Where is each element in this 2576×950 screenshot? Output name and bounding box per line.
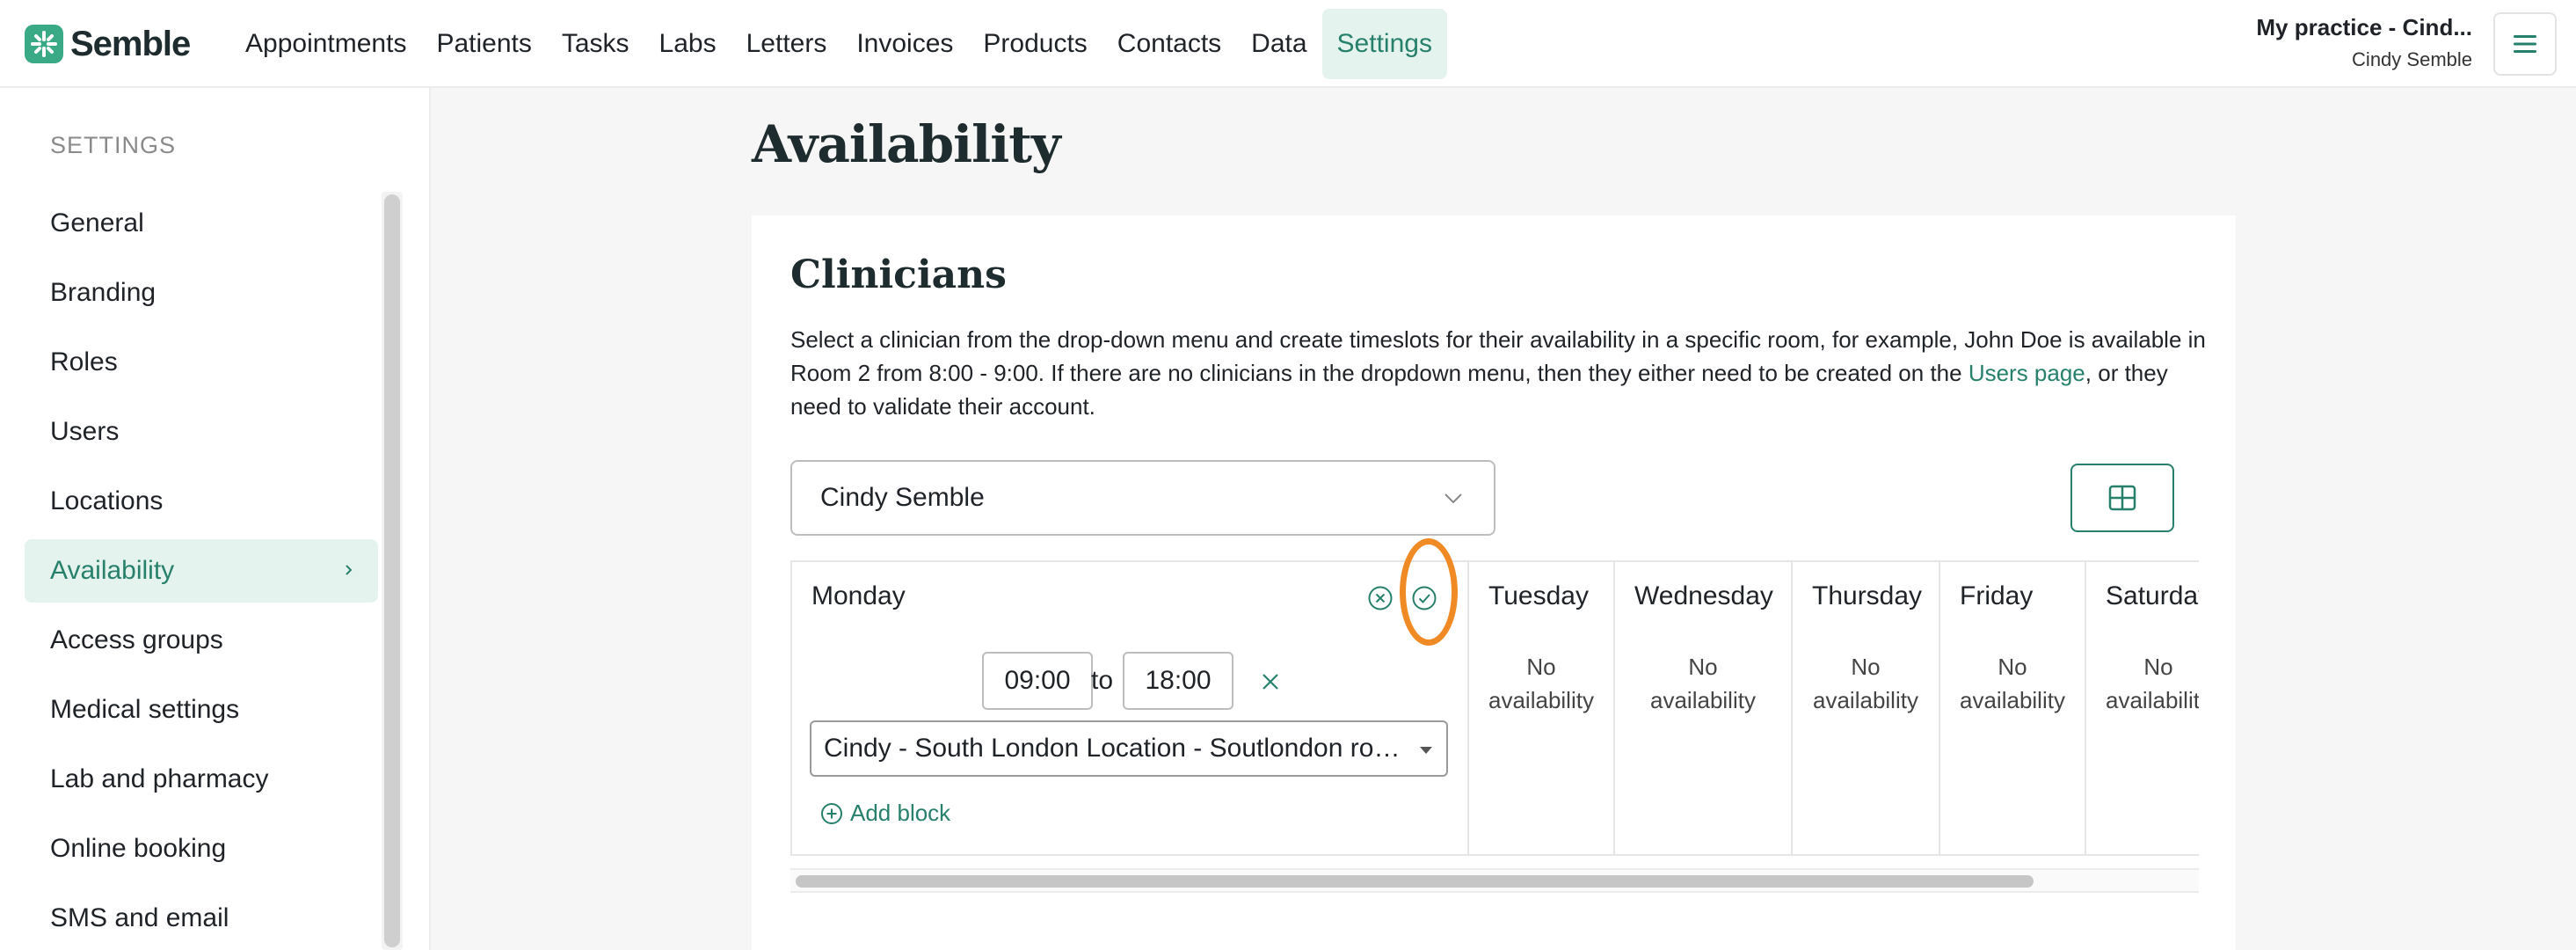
nav-appointments[interactable]: Appointments (230, 9, 421, 79)
no-availability-text: Noavailability (2106, 654, 2199, 713)
day-column-monday: Monday 09:00 to 18:00 Cindy - South Lond… (792, 562, 1469, 854)
nav-products[interactable]: Products (968, 9, 1102, 79)
nav-data[interactable]: Data (1236, 9, 1321, 79)
highlight-annotation (1400, 538, 1458, 646)
settings-sidebar: SETTINGS General Branding Roles Users Lo… (0, 88, 431, 950)
location-room-select[interactable]: Cindy - South London Location - Soutlond… (810, 720, 1448, 777)
schedule-scrollbar-thumb[interactable] (796, 875, 2034, 888)
dropdown-triangle-icon (1420, 747, 1432, 754)
plus-circle-icon (821, 802, 842, 824)
nav-settings[interactable]: Settings (1321, 9, 1447, 79)
sidebar-item-lab-and-pharmacy[interactable]: Lab and pharmacy (25, 748, 378, 811)
sidebar-item-branding[interactable]: Branding (25, 261, 378, 325)
add-block-label: Add block (850, 800, 951, 826)
start-time-input[interactable]: 09:00 (982, 652, 1093, 710)
close-icon (1263, 674, 1278, 690)
to-label: to (1091, 666, 1114, 695)
nav-tasks[interactable]: Tasks (547, 9, 644, 79)
day-column-tuesday[interactable]: Tuesday No availability (1469, 562, 1615, 854)
cancel-edit-button[interactable] (1365, 583, 1395, 613)
sidebar-item-medical-settings[interactable]: Medical settings (25, 678, 378, 742)
day-name: Saturday (2106, 581, 2199, 610)
clinicians-heading: Clinicians (790, 252, 1007, 297)
main-nav: Appointments Patients Tasks Labs Letters… (230, 9, 1447, 79)
user-name: Cindy Semble (2352, 48, 2472, 70)
day-name: Tuesday (1488, 581, 1589, 610)
hamburger-icon (2514, 35, 2536, 53)
schedule-horizontal-scrollbar[interactable] (790, 868, 2199, 893)
top-navigation-bar: Semble Appointments Patients Tasks Labs … (0, 0, 2576, 88)
grid-view-button[interactable] (2070, 464, 2174, 532)
practice-name: My practice - Cind... (2256, 14, 2472, 40)
nav-invoices[interactable]: Invoices (841, 9, 968, 79)
sidebar-item-label: Availability (50, 556, 175, 585)
day-name: Friday (1960, 581, 2034, 610)
sidebar-item-availability[interactable]: Availability (25, 539, 378, 603)
day-name: Wednesday (1634, 581, 1773, 610)
brand-name: Semble (70, 24, 191, 63)
add-block-button[interactable]: Add block (820, 800, 950, 827)
users-page-link[interactable]: Users page (1968, 360, 2085, 386)
semble-logo-icon (25, 25, 63, 63)
day-column-friday[interactable]: Friday No availability (1940, 562, 2086, 854)
sidebar-item-access-groups[interactable]: Access groups (25, 609, 378, 672)
location-room-value: Cindy - South London Location - Soutlond… (824, 734, 1404, 763)
chevron-right-icon (346, 565, 353, 575)
sidebar-item-sms-and-email[interactable]: SMS and email (25, 887, 378, 950)
sidebar-scrollbar-thumb[interactable] (384, 194, 400, 947)
semble-logo[interactable]: Semble (25, 23, 191, 65)
sidebar-heading: SETTINGS (50, 132, 177, 158)
no-availability-text: Noavailability (1813, 654, 1918, 713)
sidebar-item-locations[interactable]: Locations (25, 470, 378, 533)
no-availability-text: Noavailability (1960, 654, 2065, 713)
sidebar-item-online-booking[interactable]: Online booking (25, 817, 378, 881)
no-availability-text: Noavailability (1650, 654, 1756, 713)
clinicians-description: Select a clinician from the drop-down me… (790, 323, 2223, 423)
day-column-saturday[interactable]: Saturday Noavailability (2086, 562, 2199, 854)
no-availability-text: Noavailability (1488, 654, 1594, 713)
clinician-select-value: Cindy Semble (820, 483, 985, 512)
sidebar-item-roles[interactable]: Roles (25, 331, 378, 394)
day-name: Thursday (1812, 581, 1923, 610)
circle-x-icon (1368, 586, 1393, 610)
nav-letters[interactable]: Letters (731, 9, 842, 79)
clinician-select[interactable]: Cindy Semble (790, 460, 1495, 536)
day-name: Monday (811, 581, 906, 610)
chevron-down-icon (1444, 493, 1462, 504)
sidebar-list: General Branding Roles Users Locations A… (25, 192, 378, 950)
account-switcher[interactable]: My practice - Cind... Cindy Semble (2256, 14, 2472, 71)
grid-icon (2108, 485, 2136, 511)
clinicians-card: Clinicians Select a clinician from the d… (752, 216, 2236, 950)
nav-patients[interactable]: Patients (421, 9, 546, 79)
nav-contacts[interactable]: Contacts (1102, 9, 1236, 79)
nav-labs[interactable]: Labs (644, 9, 731, 79)
day-column-thursday[interactable]: Thursday No availability (1793, 562, 1940, 854)
weekly-availability-grid: Monday 09:00 to 18:00 Cindy - South Lond… (790, 560, 2199, 856)
page-title: Availability (752, 114, 1061, 174)
end-time-input[interactable]: 18:00 (1123, 652, 1233, 710)
sidebar-scrollbar[interactable] (382, 192, 403, 950)
sidebar-item-general[interactable]: General (25, 192, 378, 255)
remove-timeslot-button[interactable] (1256, 668, 1284, 696)
day-column-wednesday[interactable]: Wednesday No availability (1615, 562, 1793, 854)
sidebar-item-users[interactable]: Users (25, 400, 378, 464)
hamburger-menu-button[interactable] (2493, 12, 2557, 76)
